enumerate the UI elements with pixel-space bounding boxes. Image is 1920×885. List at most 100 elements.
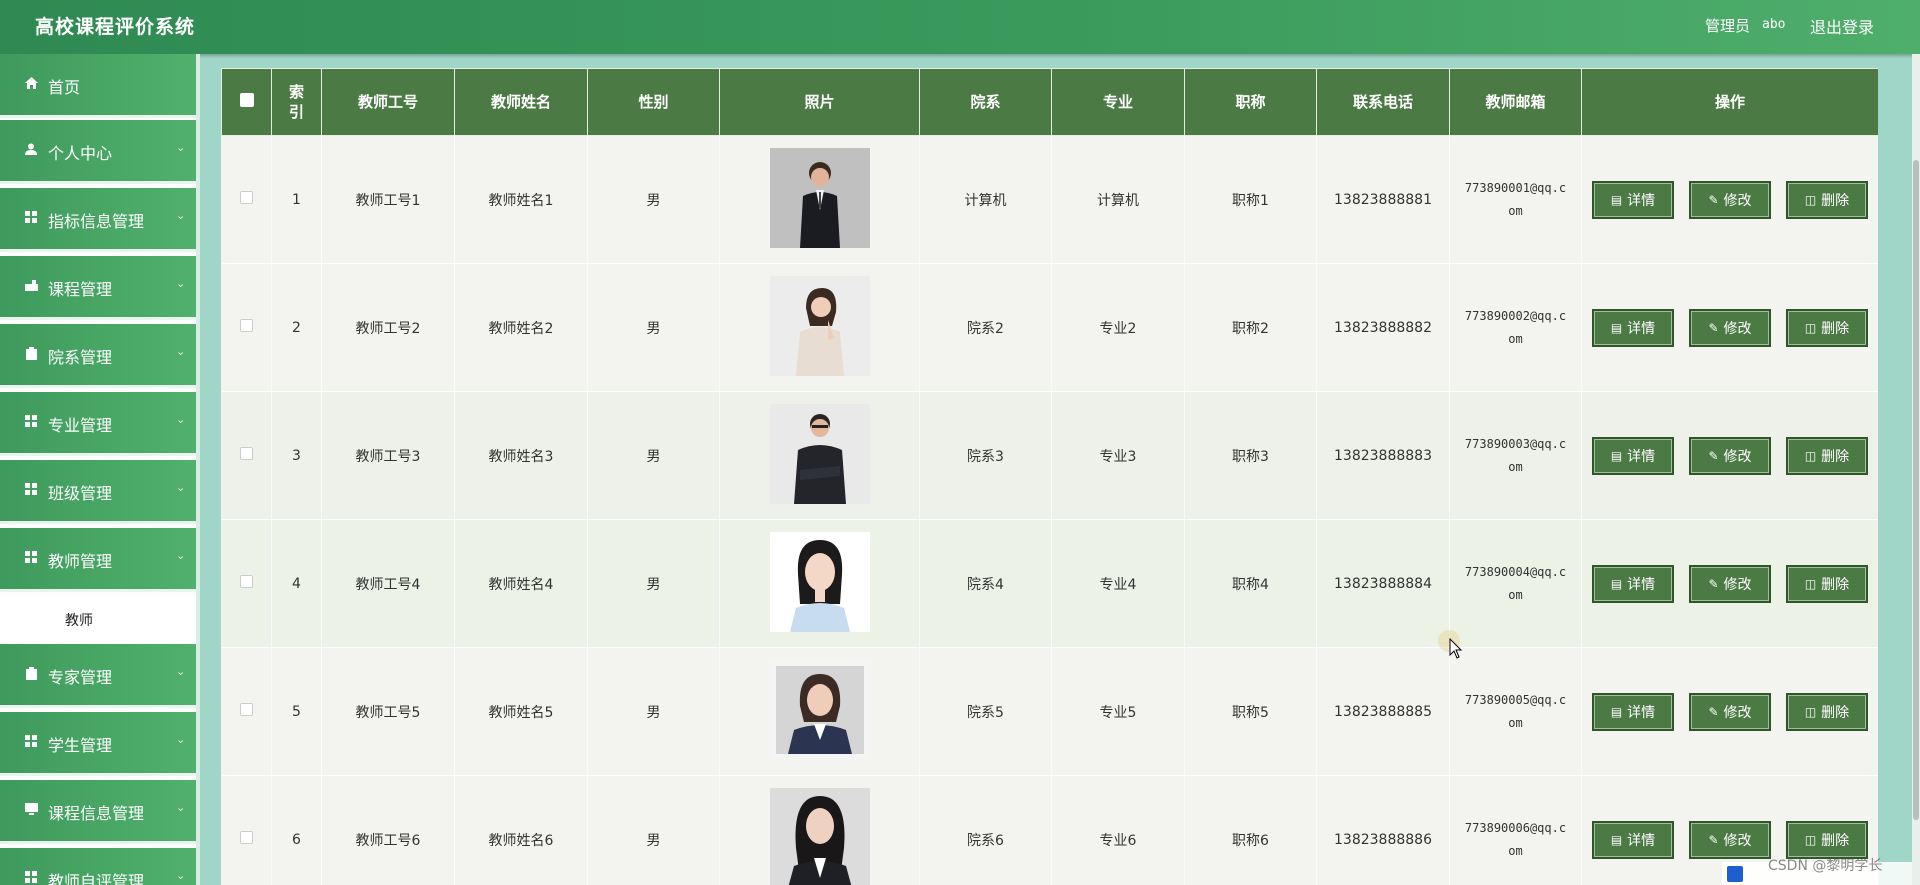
cell-index: 1 [271, 135, 322, 264]
sidebar-item-major[interactable]: 专业管理 ⌄ [0, 392, 196, 456]
cell-teacher-id: 教师工号2 [321, 263, 455, 392]
grid-icon [24, 482, 38, 496]
sidebar-item-label: 课程管理 [48, 280, 113, 299]
table-header-row: 索引 教师工号 教师姓名 性别 照片 院系 专业 职称 联系电话 教师邮箱 操作 [221, 68, 1878, 136]
search-tray-icon[interactable] [1727, 866, 1743, 882]
edit-button[interactable]: ✎ 修改 [1689, 564, 1771, 603]
trash-icon: ◫ [1804, 704, 1817, 719]
table-row: 5 教师工号5 教师姓名5 男 院系5 专业5 职称5 13823888885 … [221, 647, 1878, 776]
sidebar-item-class[interactable]: 班级管理 ⌄ [0, 460, 196, 524]
cell-title: 职称3 [1184, 391, 1317, 520]
cell-major: 专业3 [1051, 391, 1185, 520]
edit-button[interactable]: ✎ 修改 [1689, 180, 1771, 219]
row-checkbox[interactable] [239, 575, 253, 588]
document-icon: ▤ [1610, 320, 1623, 335]
detail-button[interactable]: ▤ 详情 [1592, 692, 1674, 731]
delete-button[interactable]: ◫ 删除 [1786, 436, 1868, 475]
delete-button[interactable]: ◫ 删除 [1786, 692, 1868, 731]
sidebar-item-home[interactable]: 首页 [0, 54, 196, 118]
cell-gender: 男 [587, 647, 720, 776]
delete-button[interactable]: ◫ 删除 [1786, 180, 1868, 219]
delete-button[interactable]: ◫ 删除 [1786, 820, 1868, 859]
cell-email: 773890002@qq.com [1464, 308, 1567, 346]
cell-phone: 13823888884 [1316, 519, 1450, 648]
cell-gender: 男 [587, 391, 720, 520]
cell-teacher-id: 教师工号5 [321, 647, 455, 776]
document-icon: ▤ [1610, 576, 1623, 591]
sidebar-item-department[interactable]: 院系管理 ⌄ [0, 324, 196, 388]
detail-button[interactable]: ▤ 详情 [1592, 436, 1674, 475]
mouse-cursor-icon [1449, 638, 1463, 659]
cell-phone: 13823888883 [1316, 391, 1450, 520]
sidebar-item-student[interactable]: 学生管理 ⌄ [0, 712, 196, 776]
edit-button[interactable]: ✎ 修改 [1689, 436, 1771, 475]
sidebar-item-expert[interactable]: 专家管理 ⌄ [0, 644, 196, 708]
select-all-checkbox[interactable] [239, 93, 254, 107]
cell-phone: 13823888881 [1316, 135, 1450, 264]
detail-button[interactable]: ▤ 详情 [1592, 180, 1674, 219]
detail-button[interactable]: ▤ 详情 [1592, 564, 1674, 603]
grid-icon [24, 550, 38, 564]
sidebar-item-course-info[interactable]: 课程信息管理 ⌄ [0, 780, 196, 844]
edit-button[interactable]: ✎ 修改 [1689, 820, 1771, 859]
cell-gender: 男 [587, 135, 720, 264]
sidebar-subitem-teacher[interactable]: 教师 [0, 595, 196, 643]
select-all-header[interactable] [221, 68, 272, 136]
trash-icon: ◫ [1804, 576, 1817, 591]
chevron-down-icon: ⌄ [176, 801, 186, 814]
logout-button[interactable]: 退出登录 [1810, 14, 1874, 38]
cell-teacher-name: 教师姓名3 [454, 391, 588, 520]
pencil-icon: ✎ [1708, 704, 1719, 719]
sidebar-item-course[interactable]: 课程管理 ⌄ [0, 256, 196, 320]
cell-department: 计算机 [919, 135, 1052, 264]
sidebar-item-personal-center[interactable]: 个人中心 ⌄ [0, 120, 196, 184]
row-checkbox[interactable] [239, 319, 253, 332]
grid-icon [24, 414, 38, 428]
sidebar-item-label: 专业管理 [48, 416, 113, 435]
detail-button[interactable]: ▤ 详情 [1592, 308, 1674, 347]
sidebar-item-label: 指标信息管理 [48, 212, 145, 231]
teacher-photo [769, 659, 870, 760]
main-content: 索引 教师工号 教师姓名 性别 照片 院系 专业 职称 联系电话 教师邮箱 操作 [200, 54, 1912, 885]
chevron-down-icon: ⌄ [176, 665, 186, 678]
column-header: 性别 [587, 68, 720, 136]
sidebar-item-teacher[interactable]: 教师管理 ⌄ [0, 528, 196, 592]
column-header: 院系 [919, 68, 1052, 136]
cell-major: 专业6 [1051, 775, 1185, 885]
teacher-photo [769, 403, 870, 504]
clipboard-icon [24, 666, 38, 680]
sidebar-item-indicator[interactable]: 指标信息管理 ⌄ [0, 188, 196, 252]
detail-button[interactable]: ▤ 详情 [1592, 820, 1674, 859]
sidebar-item-teacher-self-eval[interactable]: 教师自评管理 ⌄ [0, 848, 196, 885]
delete-button[interactable]: ◫ 删除 [1786, 564, 1868, 603]
cell-gender: 男 [587, 775, 720, 885]
cell-title: 职称4 [1184, 519, 1317, 648]
cell-email: 773890003@qq.com [1464, 436, 1567, 474]
chevron-down-icon: ⌄ [176, 141, 186, 154]
row-checkbox[interactable] [239, 703, 253, 716]
monitor-icon [24, 802, 38, 816]
delete-button[interactable]: ◫ 删除 [1786, 308, 1868, 347]
chevron-down-icon: ⌄ [176, 869, 186, 882]
grid-icon [24, 870, 38, 884]
cell-phone: 13823888882 [1316, 263, 1450, 392]
page-scrollbar-thumb[interactable] [1913, 160, 1919, 820]
chevron-down-icon: ⌄ [176, 413, 186, 426]
cell-email: 773890005@qq.com [1464, 692, 1567, 730]
document-icon: ▤ [1610, 832, 1623, 847]
teacher-photo [769, 787, 870, 885]
sidebar-item-label: 班级管理 [48, 484, 113, 503]
row-checkbox[interactable] [239, 191, 253, 204]
row-checkbox[interactable] [239, 831, 253, 844]
cell-gender: 男 [587, 519, 720, 648]
row-checkbox[interactable] [239, 447, 253, 460]
column-header: 职称 [1184, 68, 1317, 136]
cell-teacher-id: 教师工号1 [321, 135, 455, 264]
cell-teacher-id: 教师工号3 [321, 391, 455, 520]
teacher-table: 索引 教师工号 教师姓名 性别 照片 院系 专业 职称 联系电话 教师邮箱 操作 [221, 68, 1878, 885]
edit-button[interactable]: ✎ 修改 [1689, 692, 1771, 731]
trash-icon: ◫ [1804, 192, 1817, 207]
cell-index: 5 [271, 647, 322, 776]
edit-button[interactable]: ✎ 修改 [1689, 308, 1771, 347]
home-icon [24, 76, 38, 90]
